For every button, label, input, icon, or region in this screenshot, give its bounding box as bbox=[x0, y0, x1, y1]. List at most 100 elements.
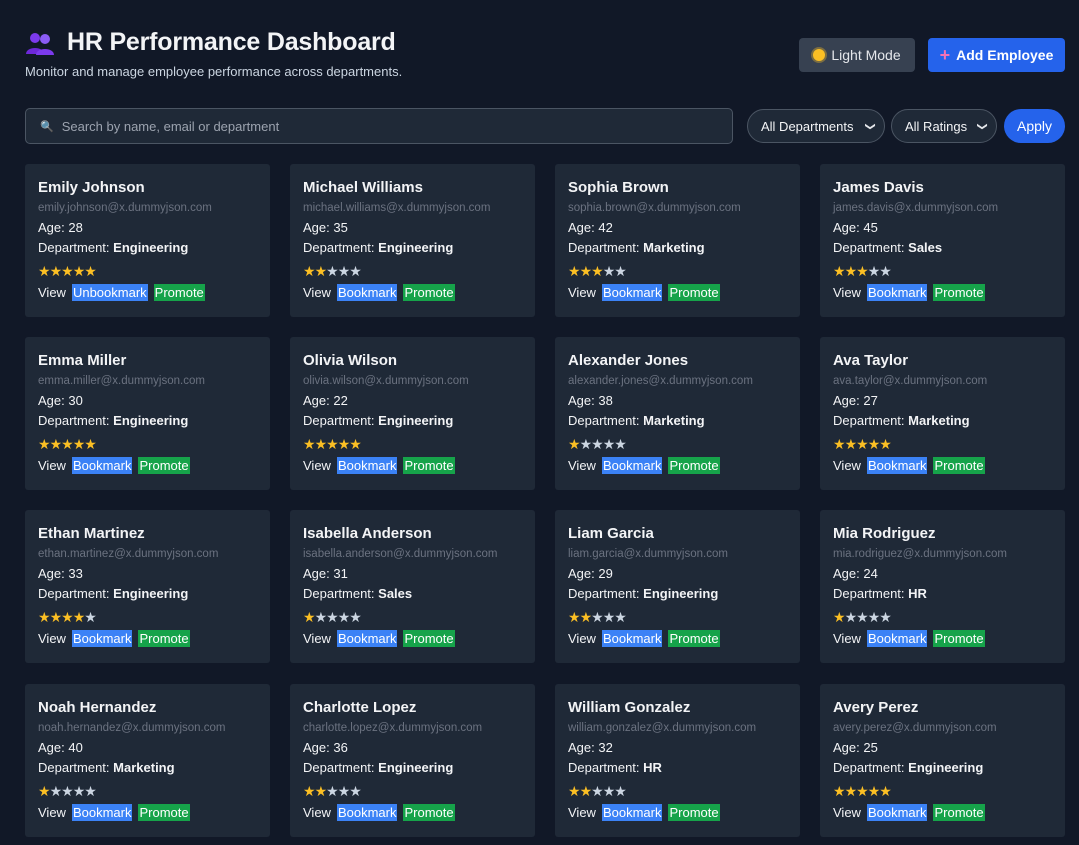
rating-select[interactable]: All Ratings ❯ bbox=[891, 109, 997, 143]
bookmark-button[interactable]: Bookmark bbox=[601, 284, 663, 301]
star-icon: ★ bbox=[49, 263, 63, 279]
department-value: Marketing bbox=[643, 413, 705, 428]
bookmark-button[interactable]: Bookmark bbox=[71, 457, 133, 474]
bookmark-button[interactable]: Bookmark bbox=[866, 284, 928, 301]
view-button[interactable]: View bbox=[38, 285, 66, 300]
employee-card: Ethan Martinez ethan.martinez@x.dummyjson… bbox=[25, 510, 270, 663]
search-input[interactable]: 🔍 Search by name, email or department bbox=[25, 108, 733, 144]
age-value: 40 bbox=[68, 740, 83, 755]
star-icon: ★ bbox=[844, 783, 858, 799]
employee-card: Avery Perez avery.perez@x.dummyjson.com Ag… bbox=[820, 684, 1065, 837]
view-button[interactable]: View bbox=[833, 631, 861, 646]
promote-button[interactable]: Promote bbox=[668, 457, 720, 474]
employee-card: Charlotte Lopez charlotte.lopez@x.dummyjs… bbox=[290, 684, 535, 837]
bookmark-button[interactable]: Bookmark bbox=[866, 804, 928, 821]
view-button[interactable]: View bbox=[568, 285, 596, 300]
employee-age: Age: 22 bbox=[303, 393, 522, 412]
age-label: Age: bbox=[833, 220, 864, 235]
star-icon: ★ bbox=[579, 609, 593, 625]
star-icon: ★ bbox=[879, 436, 892, 452]
bookmark-button[interactable]: Unbookmark bbox=[71, 284, 148, 301]
promote-button[interactable]: Promote bbox=[668, 630, 720, 647]
bookmark-button[interactable]: Bookmark bbox=[601, 457, 663, 474]
age-label: Age: bbox=[38, 740, 69, 755]
promote-button[interactable]: Promote bbox=[668, 284, 720, 301]
view-button[interactable]: View bbox=[833, 458, 861, 473]
star-icon: ★ bbox=[349, 783, 362, 799]
age-value: 32 bbox=[598, 740, 613, 755]
promote-button[interactable]: Promote bbox=[153, 284, 205, 301]
promote-button[interactable]: Promote bbox=[138, 804, 190, 821]
star-icon: ★ bbox=[303, 609, 316, 625]
view-button[interactable]: View bbox=[833, 805, 861, 820]
view-button[interactable]: View bbox=[568, 631, 596, 646]
view-button[interactable]: View bbox=[568, 805, 596, 820]
view-button[interactable]: View bbox=[568, 458, 596, 473]
bookmark-button[interactable]: Bookmark bbox=[866, 630, 928, 647]
rating-stars: ★★★★★ bbox=[833, 609, 1052, 627]
bookmark-button[interactable]: Bookmark bbox=[336, 457, 398, 474]
add-employee-button[interactable]: + Add Employee bbox=[928, 38, 1065, 72]
promote-button[interactable]: Promote bbox=[138, 630, 190, 647]
star-icon: ★ bbox=[602, 609, 616, 625]
department-value: Engineering bbox=[378, 413, 454, 428]
star-icon: ★ bbox=[349, 436, 362, 452]
promote-button[interactable]: Promote bbox=[933, 804, 985, 821]
promote-button[interactable]: Promote bbox=[933, 457, 985, 474]
age-label: Age: bbox=[38, 220, 69, 235]
promote-button[interactable]: Promote bbox=[403, 284, 455, 301]
promote-button[interactable]: Promote bbox=[138, 457, 190, 474]
promote-button[interactable]: Promote bbox=[933, 284, 985, 301]
card-actions: View Unbookmark Promote bbox=[38, 284, 257, 301]
view-button[interactable]: View bbox=[38, 805, 66, 820]
star-icon: ★ bbox=[614, 436, 627, 452]
age-value: 45 bbox=[863, 220, 878, 235]
bookmark-button[interactable]: Bookmark bbox=[601, 804, 663, 821]
age-value: 33 bbox=[68, 566, 83, 581]
star-icon: ★ bbox=[72, 436, 86, 452]
department-value: HR bbox=[908, 586, 927, 601]
employee-card: James Davis james.davis@x.dummyjson.com Ag… bbox=[820, 164, 1065, 317]
rating-stars: ★★★★★ bbox=[833, 436, 1052, 454]
employee-name: Isabella Anderson bbox=[303, 525, 432, 542]
star-icon: ★ bbox=[314, 436, 328, 452]
view-button[interactable]: View bbox=[833, 285, 861, 300]
bookmark-button[interactable]: Bookmark bbox=[71, 630, 133, 647]
view-button[interactable]: View bbox=[303, 631, 331, 646]
promote-button[interactable]: Promote bbox=[403, 630, 455, 647]
apply-button[interactable]: Apply bbox=[1004, 109, 1065, 143]
star-icon: ★ bbox=[84, 783, 97, 799]
star-icon: ★ bbox=[579, 263, 593, 279]
view-button[interactable]: View bbox=[303, 285, 331, 300]
employee-age: Age: 27 bbox=[833, 393, 1052, 412]
employee-email: william.gonzalez@x.dummyjson.com bbox=[568, 722, 757, 734]
light-mode-button[interactable]: Light Mode bbox=[799, 38, 915, 72]
view-button[interactable]: View bbox=[303, 805, 331, 820]
department-value: Marketing bbox=[908, 413, 970, 428]
view-button[interactable]: View bbox=[38, 631, 66, 646]
bookmark-button[interactable]: Bookmark bbox=[71, 804, 133, 821]
employee-age: Age: 35 bbox=[303, 220, 522, 239]
card-actions: View Bookmark Promote bbox=[833, 284, 1052, 301]
employee-department: Department: Engineering bbox=[303, 240, 522, 259]
people-icon bbox=[25, 30, 55, 56]
promote-button[interactable]: Promote bbox=[933, 630, 985, 647]
star-icon: ★ bbox=[568, 263, 581, 279]
view-button[interactable]: View bbox=[38, 458, 66, 473]
promote-button[interactable]: Promote bbox=[403, 804, 455, 821]
age-label: Age: bbox=[833, 740, 864, 755]
bookmark-button[interactable]: Bookmark bbox=[336, 630, 398, 647]
bookmark-button[interactable]: Bookmark bbox=[336, 284, 398, 301]
view-button[interactable]: View bbox=[303, 458, 331, 473]
promote-button[interactable]: Promote bbox=[668, 804, 720, 821]
sun-icon bbox=[813, 49, 826, 61]
rating-stars: ★★★★★ bbox=[38, 609, 257, 627]
bookmark-button[interactable]: Bookmark bbox=[601, 630, 663, 647]
bookmark-button[interactable]: Bookmark bbox=[866, 457, 928, 474]
promote-button[interactable]: Promote bbox=[403, 457, 455, 474]
department-select[interactable]: All Departments ❯ bbox=[747, 109, 885, 143]
star-icon: ★ bbox=[591, 436, 604, 452]
department-value: Marketing bbox=[643, 240, 705, 255]
star-icon: ★ bbox=[38, 263, 51, 279]
bookmark-button[interactable]: Bookmark bbox=[336, 804, 398, 821]
